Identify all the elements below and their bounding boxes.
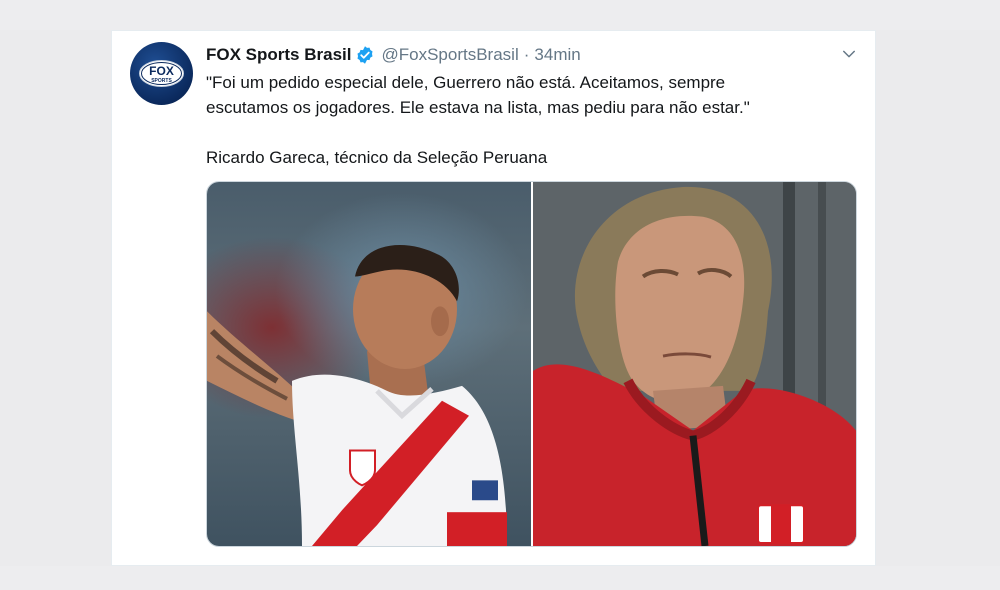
timestamp[interactable]: 34min xyxy=(534,45,580,65)
display-name[interactable]: FOX Sports Brasil xyxy=(206,45,351,65)
separator-dot: · xyxy=(523,45,530,64)
tweet-media[interactable] xyxy=(206,181,857,547)
tweet-text-line: Ricardo Gareca, técnico da Seleção Perua… xyxy=(206,148,548,167)
user-handle[interactable]: @FoxSportsBrasil xyxy=(381,45,518,65)
tweet-text: "Foi um pedido especial dele, Guerrero n… xyxy=(206,70,846,170)
tweet-header: FOX Sports Brasil @FoxSportsBrasil · 34m… xyxy=(206,44,581,66)
logo-text-sports: SPORTS xyxy=(151,78,172,84)
coach-photo[interactable] xyxy=(533,182,856,546)
avatar[interactable]: FOX SPORTS xyxy=(130,42,193,105)
football-player-photo[interactable] xyxy=(207,182,531,546)
page-background-top xyxy=(0,0,1000,30)
tweet-text-line: "Foi um pedido especial dele, Guerrero n… xyxy=(206,73,726,92)
fox-sports-logo: FOX SPORTS xyxy=(139,60,184,87)
verified-badge-icon xyxy=(355,45,375,65)
logo-text-fox: FOX xyxy=(149,64,174,78)
page-background-bottom xyxy=(0,566,1000,590)
tweet-card[interactable]: FOX SPORTS FOX Sports Brasil @FoxSportsB… xyxy=(111,30,876,566)
tweet-text-line: escutamos os jogadores. Ele estava na li… xyxy=(206,98,750,117)
chevron-down-icon[interactable] xyxy=(840,45,858,63)
